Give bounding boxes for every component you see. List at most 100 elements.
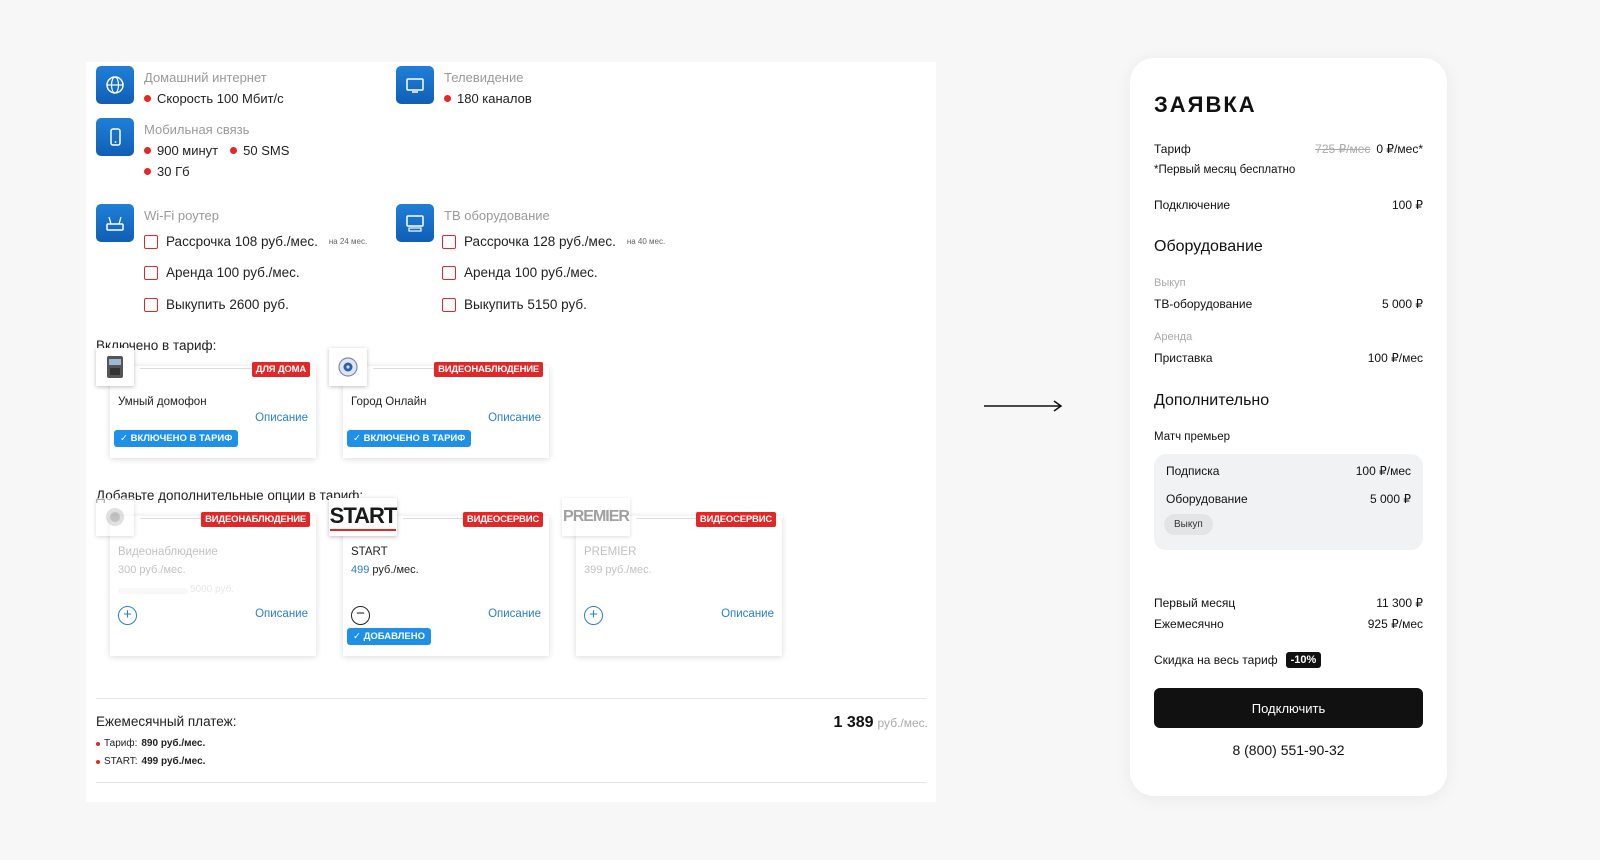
- checkbox[interactable]: [144, 297, 158, 312]
- bullet-dot: [444, 95, 451, 102]
- order-tv-equipment-row: ТВ-оборудование 5 000 ₽: [1154, 297, 1423, 311]
- bullet-dot: [96, 741, 100, 746]
- option-label: Аренда 100 руб./мес.: [166, 265, 300, 280]
- buyout-pill[interactable]: Выкуп: [1164, 514, 1213, 535]
- tv-equipment-buy-option[interactable]: Выкупить 5150 руб.: [442, 297, 587, 312]
- row-label: Первый месяц: [1154, 596, 1236, 610]
- order-panel: ЗАЯВКА Тариф 725 ₽/мес 0 ₽/мес* *Первый м…: [1130, 58, 1447, 796]
- row-value: 725 ₽/мес 0 ₽/мес*: [1315, 142, 1423, 156]
- service-mobile: Мобильная связь 900 минут 50 SMS 30 Гб: [96, 118, 289, 179]
- discount-row: Скидка на весь тариф -10%: [1154, 652, 1322, 668]
- first-month-row: Первый месяц 11 300 ₽: [1154, 596, 1423, 610]
- option-label: Рассрочка 108 руб./мес.: [166, 234, 318, 249]
- option-card-video-surveillance: ВИДЕОНАБЛЮДЕНИЕ Видеонаблюдение 300 руб.…: [96, 498, 316, 656]
- category-tag: ВИДЕОНАБЛЮДЕНИЕ: [434, 362, 543, 377]
- description-link[interactable]: Описание: [255, 412, 308, 424]
- row-label: Приставка: [1154, 351, 1213, 365]
- monthly-total: 1 389 руб./мес.: [833, 714, 928, 732]
- badge-label: ДОБАВЛЕНО: [363, 631, 425, 642]
- tv-equipment-rent-option[interactable]: Аренда 100 руб./мес.: [442, 265, 598, 280]
- monthly-line-tariff: Тариф: 890 руб./мес.: [96, 738, 205, 749]
- router-installment-option[interactable]: Рассрочка 108 руб./мес. на 24 мес.: [144, 234, 367, 249]
- camera-icon: [329, 348, 367, 386]
- free-month-note: *Первый месяц бесплатно: [1154, 164, 1296, 176]
- order-title: ЗАЯВКА: [1154, 92, 1257, 117]
- option-label: Выкупить 2600 руб.: [166, 297, 289, 312]
- bullet-dot: [230, 147, 238, 154]
- service-title: Телевидение: [444, 70, 524, 85]
- included-card-city-online: ВИДЕОНАБЛЮДЕНИЕ Город Онлайн Описание ✓ …: [329, 348, 549, 458]
- line-label: Тариф:: [104, 738, 138, 749]
- bullet-dot: [96, 759, 100, 764]
- row-label: Ежемесячно: [1154, 617, 1224, 631]
- line-label: START:: [104, 756, 138, 767]
- bullet-dot: [144, 147, 151, 154]
- intercom-icon: [96, 348, 134, 386]
- description-link[interactable]: Описание: [488, 412, 541, 424]
- match-premier-label: Матч премьер: [1154, 431, 1231, 443]
- monthly-line-start: START: 499 руб./мес.: [96, 756, 205, 767]
- match-equipment-row: Оборудование 5 000 ₽: [1166, 492, 1411, 506]
- service-title: Домашний интернет: [144, 70, 267, 85]
- row-label: ТВ-оборудование: [1154, 297, 1253, 311]
- card-price: 300 руб./мес.: [118, 564, 186, 576]
- checkbox[interactable]: [442, 297, 456, 312]
- internet-speed: Скорость 100 Мбит/с: [157, 91, 284, 106]
- service-internet: Домашний интернет Скорость 100 Мбит/с: [96, 66, 284, 106]
- remove-option-button[interactable]: −: [351, 606, 370, 625]
- line-value: 890 руб./мес.: [141, 738, 206, 749]
- connect-button[interactable]: Подключить: [1154, 688, 1423, 728]
- tv-equipment-installment-option[interactable]: Рассрочка 128 руб./мес. на 40 мес.: [442, 234, 665, 249]
- card-price: 499 руб./мес.: [351, 564, 419, 576]
- monthly-heading: Ежемесячный платеж:: [96, 714, 237, 729]
- card-name: Умный домофон: [118, 396, 207, 408]
- badge-label: ВКЛЮЧЕНО В ТАРИФ: [130, 433, 233, 444]
- card-name: START: [351, 546, 388, 558]
- card-price: 399 руб./мес.: [584, 564, 652, 576]
- added-badge: ✓ ДОБАВЛЕНО: [347, 628, 431, 645]
- old-price: 725 ₽/мес: [1315, 142, 1371, 156]
- badge-label: ВКЛЮЧЕНО В ТАРИФ: [363, 433, 466, 444]
- logo-text: PREMIER: [563, 508, 630, 525]
- camera-icon: [96, 498, 134, 536]
- arrow-right-icon: [984, 400, 1063, 412]
- checkbox[interactable]: [144, 265, 158, 280]
- card-extra-price: 5000 руб.: [190, 584, 235, 595]
- option-note: на 24 мес.: [328, 237, 368, 246]
- row-value: 100 ₽: [1392, 198, 1423, 212]
- total-value: 1 389: [833, 714, 874, 731]
- checkbox[interactable]: [442, 234, 456, 249]
- subscription-row: Подписка 100 ₽/мес: [1166, 464, 1411, 478]
- description-link[interactable]: Описание: [721, 608, 774, 620]
- add-option-button[interactable]: +: [584, 606, 603, 625]
- equipment-heading: Оборудование: [1154, 238, 1263, 255]
- category-tag: ВИДЕОСЕРВИС: [462, 512, 543, 527]
- total-unit: руб./мес.: [877, 716, 928, 730]
- phone-number[interactable]: 8 (800) 551-90-32: [1130, 742, 1447, 758]
- router-buy-option[interactable]: Выкупить 2600 руб.: [144, 297, 289, 312]
- mobile-minutes: 900 минут: [157, 143, 219, 158]
- option-note: на 40 мес.: [626, 237, 666, 246]
- checkbox[interactable]: [442, 265, 456, 280]
- logo-text: START: [329, 503, 397, 531]
- option-card-start: START ВИДЕОСЕРВИС START 499 руб./мес. − …: [329, 498, 549, 656]
- checkbox[interactable]: [144, 234, 158, 249]
- divider: [96, 698, 926, 699]
- option-label: Аренда 100 руб./мес.: [464, 265, 598, 280]
- row-value: 100 ₽/мес: [1367, 351, 1423, 365]
- category-tag: ВИДЕОСЕРВИС: [695, 512, 776, 527]
- buyout-sublabel: Выкуп: [1154, 277, 1186, 289]
- add-option-button[interactable]: +: [118, 606, 137, 625]
- tv-channels: 180 каналов: [457, 91, 532, 106]
- description-link[interactable]: Описание: [255, 608, 308, 620]
- router-rent-option[interactable]: Аренда 100 руб./мес.: [144, 265, 300, 280]
- rent-sublabel: Аренда: [1154, 331, 1193, 343]
- category-tag: ДЛЯ ДОМА: [251, 362, 310, 377]
- phone-icon: [96, 118, 134, 156]
- option-label: Выкупить 5150 руб.: [464, 297, 587, 312]
- extra-heading: Дополнительно: [1154, 392, 1270, 409]
- description-link[interactable]: Описание: [488, 608, 541, 620]
- row-value: 100 ₽/мес: [1355, 464, 1411, 478]
- price-value: 499: [351, 564, 370, 576]
- card-name: Видеонаблюдение: [118, 546, 218, 558]
